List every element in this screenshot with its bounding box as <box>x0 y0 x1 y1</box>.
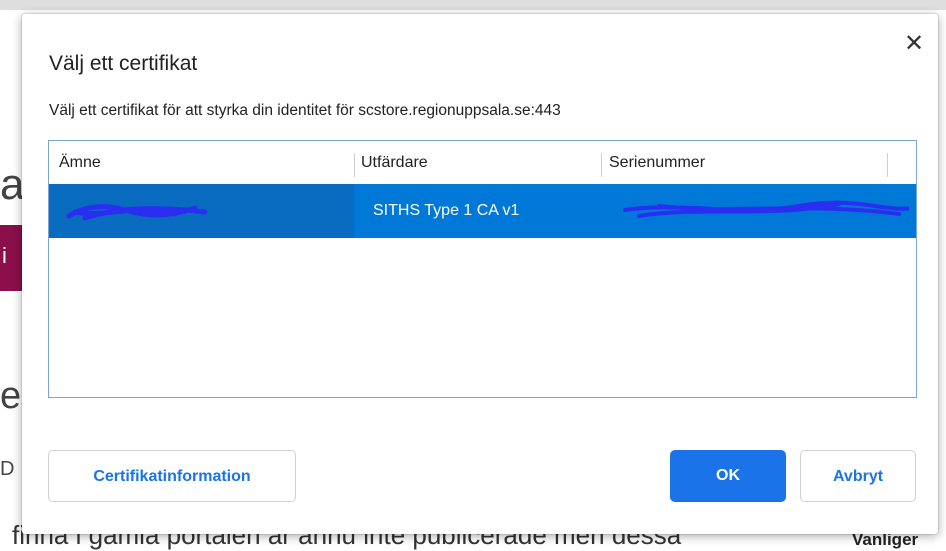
browser-top-strip <box>0 0 946 10</box>
table-header: Ämne Utfärdare Serienummer <box>49 141 916 181</box>
dialog-description: Välj ett certifikat för att styrka din i… <box>49 102 561 119</box>
redaction-scribble <box>623 200 909 218</box>
certificate-row[interactable]: SITHS Type 1 CA v1 <box>49 184 916 238</box>
certificate-info-button[interactable]: Certifikatinformation <box>48 450 296 502</box>
cancel-button[interactable]: Avbryt <box>800 450 916 502</box>
dialog-title: Välj ett certifikat <box>49 52 198 75</box>
column-header-issuer[interactable]: Utfärdare <box>361 141 591 181</box>
background-text-fragment: D <box>0 458 15 480</box>
certificate-dialog: Välj ett certifikat ✕ Välj ett certifika… <box>22 14 938 534</box>
ok-button[interactable]: OK <box>670 450 786 502</box>
background-banner-letter: i <box>2 243 7 268</box>
cell-issuer: SITHS Type 1 CA v1 <box>373 202 520 219</box>
background-heading-fragment-2: e <box>0 375 22 417</box>
column-header-serial[interactable]: Serienummer <box>609 141 879 181</box>
certificate-table[interactable]: Ämne Utfärdare Serienummer SITHS Type 1 … <box>48 140 917 398</box>
close-icon[interactable]: ✕ <box>902 32 926 56</box>
column-divider[interactable] <box>601 153 602 177</box>
cell-serial <box>609 184 909 238</box>
redaction-scribble <box>66 204 208 221</box>
cell-subject <box>49 184 354 238</box>
background-heading-fragment: a <box>0 160 25 209</box>
column-header-subject[interactable]: Ämne <box>59 141 349 181</box>
column-divider[interactable] <box>887 153 888 177</box>
background-banner: i <box>0 225 22 291</box>
column-divider[interactable] <box>354 153 355 177</box>
